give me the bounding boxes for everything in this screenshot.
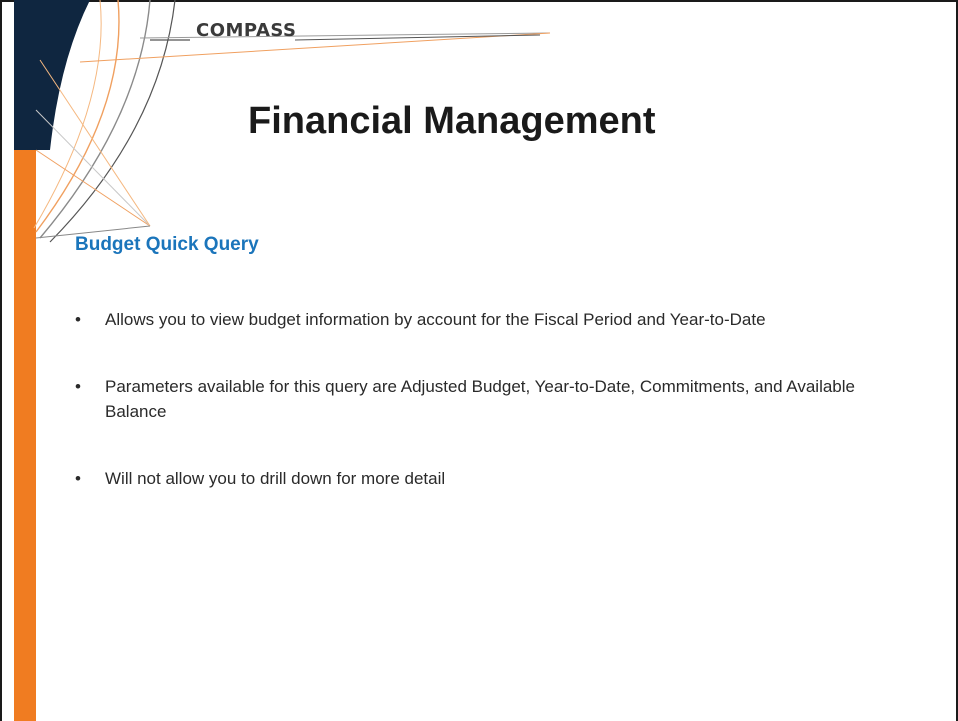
list-item: • Parameters available for this query ar… bbox=[75, 374, 895, 424]
bullet-text: Parameters available for this query are … bbox=[105, 377, 855, 421]
list-item: • Allows you to view budget information … bbox=[75, 307, 895, 332]
bullet-icon: • bbox=[75, 469, 81, 488]
compass-wordmark: COMPASS bbox=[196, 20, 297, 41]
slide: COMPASS Financial Management Budget Quic… bbox=[0, 0, 958, 721]
bullet-icon: • bbox=[75, 377, 81, 396]
bullet-text: Allows you to view budget information by… bbox=[105, 310, 766, 329]
bullet-text: Will not allow you to drill down for mor… bbox=[105, 469, 446, 488]
bullet-list: • Allows you to view budget information … bbox=[75, 307, 895, 533]
bullet-icon: • bbox=[75, 310, 81, 329]
list-item: • Will not allow you to drill down for m… bbox=[75, 466, 895, 491]
page-title: Financial Management bbox=[248, 100, 656, 142]
section-subtitle: Budget Quick Query bbox=[75, 234, 259, 255]
